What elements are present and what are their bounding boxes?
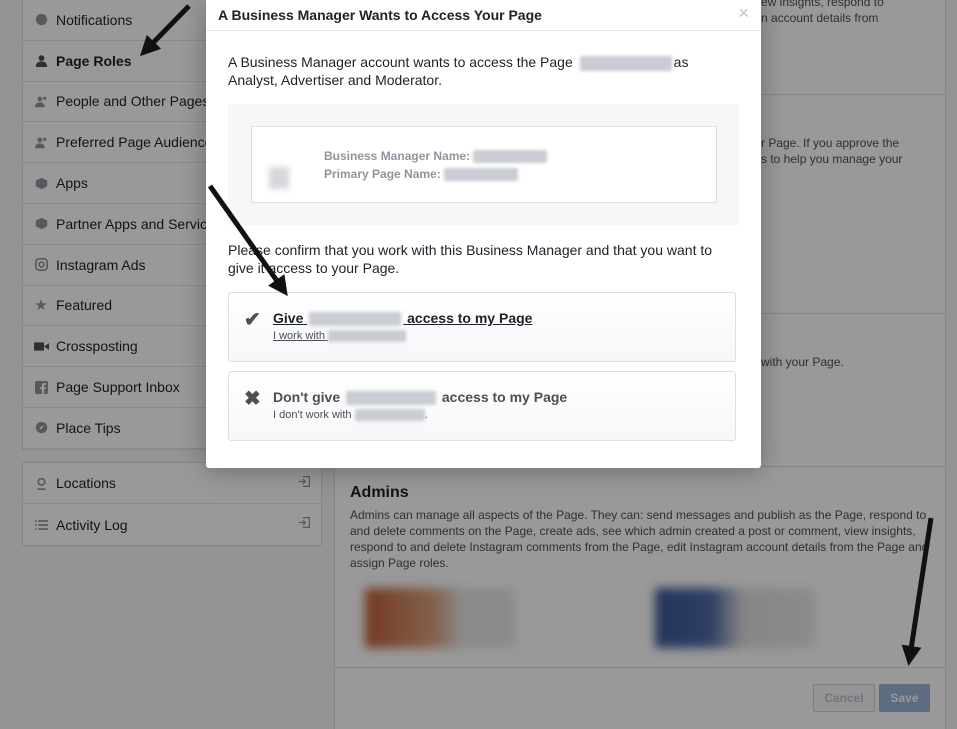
redacted-bm-name: [328, 330, 407, 343]
business-manager-access-dialog: A Business Manager Wants to Access Your …: [206, 0, 761, 468]
redacted-bm-name: [354, 409, 425, 422]
dont-label-prefix: Don't give: [273, 389, 341, 405]
checkmark-icon: ✔: [244, 309, 261, 331]
redacted-bm-name: [346, 391, 436, 406]
business-logo: [269, 167, 289, 189]
dialog-header: A Business Manager Wants to Access Your …: [206, 0, 761, 31]
give-access-label: Give access to my Page: [273, 310, 533, 327]
business-details: Business Manager Name: Primary Page Name…: [324, 147, 548, 183]
business-manager-card: Business Manager Name: Primary Page Name…: [251, 126, 717, 203]
confirm-text: Please confirm that you work with this B…: [228, 242, 713, 276]
give-access-option[interactable]: ✔ Give access to my Page I work with: [228, 292, 736, 362]
redacted-primary-page: [444, 168, 519, 182]
dont-give-access-sublabel: I don't work with .: [273, 409, 428, 422]
dont-sublabel-suffix: .: [424, 409, 428, 421]
primary-page-label: Primary Page Name:: [324, 167, 441, 181]
business-manager-info-box: Business Manager Name: Primary Page Name…: [228, 104, 739, 225]
bm-name-label: Business Manager Name:: [324, 149, 471, 163]
dialog-title: A Business Manager Wants to Access Your …: [218, 7, 542, 23]
give-label-suffix: access to my Page: [407, 310, 533, 326]
intro-text: A Business Manager account wants to acce…: [228, 54, 573, 70]
redacted-bm-name: [309, 312, 402, 327]
dont-label-suffix: access to my Page: [441, 389, 568, 405]
give-sublabel-text: I work with: [273, 330, 325, 342]
redacted-page-name: [579, 55, 672, 71]
dont-sublabel-text: I don't work with: [273, 409, 352, 421]
give-access-sublabel: I work with: [273, 330, 407, 343]
dont-give-access-label: Don't give access to my Page: [273, 389, 568, 406]
dont-give-access-option[interactable]: ✖ Don't give access to my Page I don't w…: [228, 371, 736, 441]
dialog-intro: A Business Manager account wants to acce…: [228, 53, 728, 89]
redacted-bm-name: [473, 150, 548, 164]
give-label-prefix: Give: [273, 310, 304, 326]
x-mark-icon: ✖: [244, 388, 261, 410]
close-icon[interactable]: ×: [738, 3, 749, 24]
